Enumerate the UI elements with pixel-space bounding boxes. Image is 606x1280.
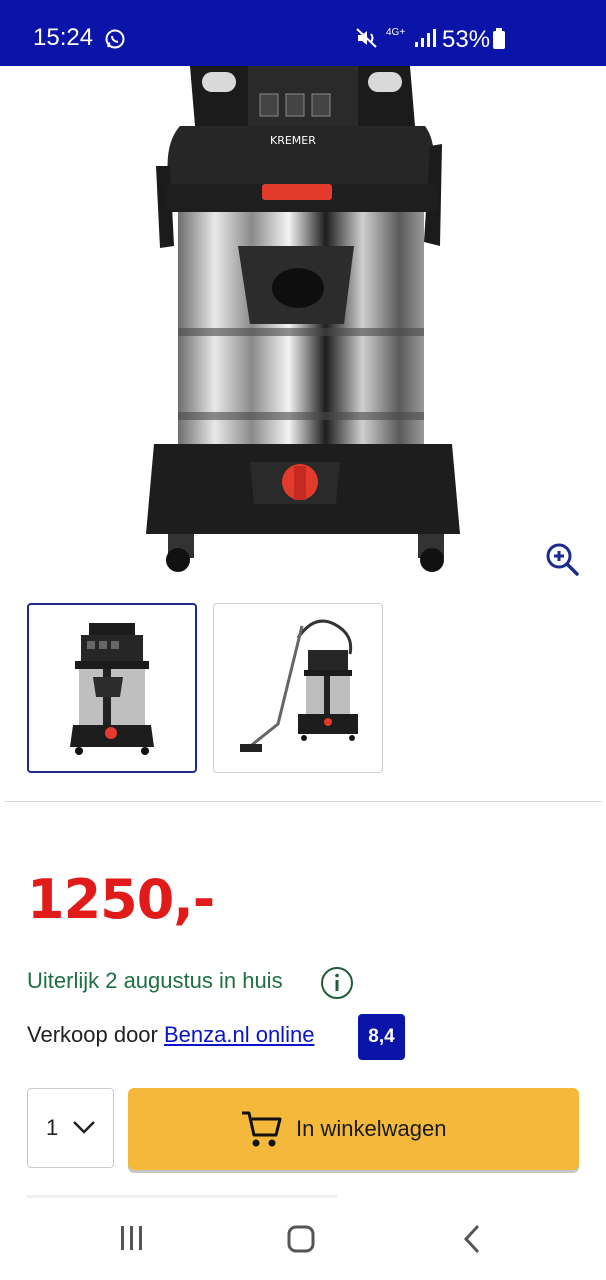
seller-link[interactable]: Benza.nl online bbox=[164, 1022, 314, 1047]
seller-prefix: Verkoop door bbox=[27, 1022, 164, 1047]
product-price: 1250,- bbox=[27, 868, 215, 931]
quantity-select[interactable]: 1 bbox=[27, 1088, 114, 1168]
seller-rating-badge: 8,4 bbox=[358, 1014, 405, 1060]
zoom-in-icon[interactable] bbox=[544, 541, 580, 577]
battery-icon bbox=[492, 28, 506, 55]
add-to-cart-label: In winkelwagen bbox=[296, 1116, 447, 1141]
add-to-cart-button[interactable]: In winkelwagen bbox=[128, 1088, 579, 1170]
section-edge bbox=[27, 1195, 337, 1198]
product-image[interactable]: KREMER bbox=[140, 66, 470, 581]
thumbnail-1[interactable] bbox=[27, 603, 197, 773]
navigation-bar bbox=[0, 1200, 606, 1280]
home-icon[interactable] bbox=[286, 1224, 316, 1259]
network-4g-icon: 4G+ bbox=[386, 27, 406, 38]
mute-icon bbox=[356, 28, 378, 53]
vacuum-with-hose-thumbnail bbox=[240, 619, 358, 752]
signal-icon bbox=[414, 28, 436, 53]
divider bbox=[4, 801, 602, 802]
seller-row: Verkoop door Benza.nl online bbox=[27, 1022, 314, 1048]
status-bar: 15:24 4G+ 53% bbox=[0, 0, 606, 66]
brand-label: KREMER bbox=[270, 134, 316, 147]
delivery-text: Uiterlijk 2 augustus in huis bbox=[27, 968, 283, 993]
quantity-value: 1 bbox=[46, 1115, 59, 1140]
chevron-down-icon bbox=[72, 1119, 96, 1140]
recent-apps-icon[interactable] bbox=[118, 1224, 146, 1257]
vacuum-front-thumbnail bbox=[70, 623, 154, 755]
back-icon[interactable] bbox=[462, 1224, 482, 1259]
status-time: 15:24 bbox=[33, 24, 94, 51]
shopping-cart-icon bbox=[240, 1109, 282, 1154]
info-icon[interactable] bbox=[320, 966, 354, 1000]
whatsapp-icon bbox=[104, 28, 126, 55]
battery-percent: 53% bbox=[442, 26, 491, 53]
thumbnail-2[interactable] bbox=[213, 603, 383, 773]
